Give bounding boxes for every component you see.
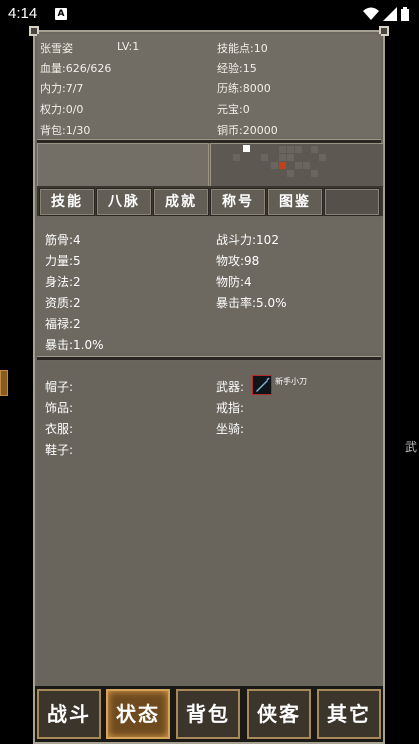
scene-panel <box>37 143 209 187</box>
nav-other[interactable]: 其它 <box>317 689 381 739</box>
weapon-item-name: 新手小刀 <box>275 377 307 386</box>
stat-fortune: 福禄:2 <box>45 317 81 331</box>
status-bar: 4:14 A <box>0 0 419 28</box>
character-level: LV:1 <box>117 40 140 53</box>
stat-phys-attack: 物攻:98 <box>216 254 260 268</box>
map-cell <box>287 146 294 153</box>
status-icons <box>363 6 409 22</box>
skill-points: 技能点:10 <box>217 42 268 55</box>
tab-collection[interactable]: 图鉴 <box>267 188 323 216</box>
attribute-panel: 筋骨:4 力量:5 身法:2 资质:2 福禄:2 暴击:1.0% 战斗力:102… <box>37 219 383 353</box>
map-cell <box>271 162 278 169</box>
side-handle-left[interactable] <box>0 370 8 396</box>
equip-accessory[interactable]: 饰品: <box>45 399 73 416</box>
stat-bone: 筋骨:4 <box>45 233 81 247</box>
map-cell <box>319 154 326 161</box>
map-cell <box>279 146 286 153</box>
exp-value: 经验:15 <box>217 62 257 75</box>
equip-clothes[interactable]: 衣服: <box>45 420 73 437</box>
map-cell <box>233 154 240 161</box>
map-cell <box>287 170 294 177</box>
map-cell <box>303 162 310 169</box>
experience-value: 历练:8000 <box>217 82 271 95</box>
divider <box>37 356 381 360</box>
hp-value: 血量:626/626 <box>40 62 112 75</box>
side-text-right: 武 <box>404 440 417 454</box>
map-cell <box>295 162 302 169</box>
equipment-panel: 帽子: 饰品: 衣服: 鞋子: 武器: 新手小刀 戒指: 坐骑: <box>37 361 383 685</box>
coins-value: 铜币:20000 <box>217 124 278 137</box>
yuanbao-value: 元宝:0 <box>217 103 250 116</box>
character-name: 张雪姿 <box>40 42 73 55</box>
map-cell <box>311 146 318 153</box>
map-player-marker <box>243 145 250 152</box>
signal-icon <box>383 7 397 21</box>
equip-hat[interactable]: 帽子: <box>45 378 73 395</box>
stat-combat-power: 战斗力:102 <box>216 233 279 247</box>
stat-aptitude: 资质:2 <box>45 296 81 310</box>
tab-bar: 技能 八脉 成就 称号 图鉴 <box>37 186 383 216</box>
equip-weapon[interactable]: 武器: <box>216 378 244 395</box>
stat-crit-rate: 暴击率:5.0% <box>216 296 287 310</box>
map-area <box>35 143 384 187</box>
nav-bag[interactable]: 背包 <box>176 689 240 739</box>
nav-status[interactable]: 状态 <box>106 689 170 739</box>
internal-value: 内力:7/7 <box>40 82 84 95</box>
equip-ring[interactable]: 戒指: <box>216 399 244 416</box>
status-time: 4:14 <box>8 5 38 22</box>
bottom-nav: 战斗 状态 背包 侠客 其它 <box>35 686 383 742</box>
stat-crit: 暴击:1.0% <box>45 338 104 352</box>
tab-titles[interactable]: 称号 <box>210 188 266 216</box>
stat-phys-defense: 物防:4 <box>216 275 252 289</box>
tab-skills[interactable]: 技能 <box>39 188 95 216</box>
map-cell <box>295 146 302 153</box>
power-value: 权力:0/0 <box>40 103 84 116</box>
map-current-location <box>279 162 286 169</box>
wifi-icon <box>363 7 379 20</box>
battery-icon <box>401 7 409 21</box>
knife-icon[interactable] <box>252 375 272 395</box>
equip-mount[interactable]: 坐骑: <box>216 420 244 437</box>
map-cell <box>279 154 286 161</box>
bag-value: 背包:1/30 <box>40 124 91 137</box>
map-cell <box>311 170 318 177</box>
nav-battle[interactable]: 战斗 <box>37 689 101 739</box>
notification-icon: A <box>55 8 67 20</box>
game-panel: 张雪姿 LV:1 技能点:10 血量:626/626 经验:15 内力:7/7 … <box>29 26 389 744</box>
stat-agility: 身法:2 <box>45 275 81 289</box>
tab-empty <box>324 188 380 216</box>
character-info: 张雪姿 LV:1 技能点:10 血量:626/626 经验:15 内力:7/7 … <box>37 34 381 138</box>
tab-achievements[interactable]: 成就 <box>153 188 209 216</box>
map-cell <box>287 154 294 161</box>
equip-shoes[interactable]: 鞋子: <box>45 441 73 458</box>
stat-strength: 力量:5 <box>45 254 81 268</box>
nav-heroes[interactable]: 侠客 <box>247 689 311 739</box>
map-cell <box>261 154 268 161</box>
minimap[interactable] <box>210 143 384 187</box>
tab-meridians[interactable]: 八脉 <box>96 188 152 216</box>
